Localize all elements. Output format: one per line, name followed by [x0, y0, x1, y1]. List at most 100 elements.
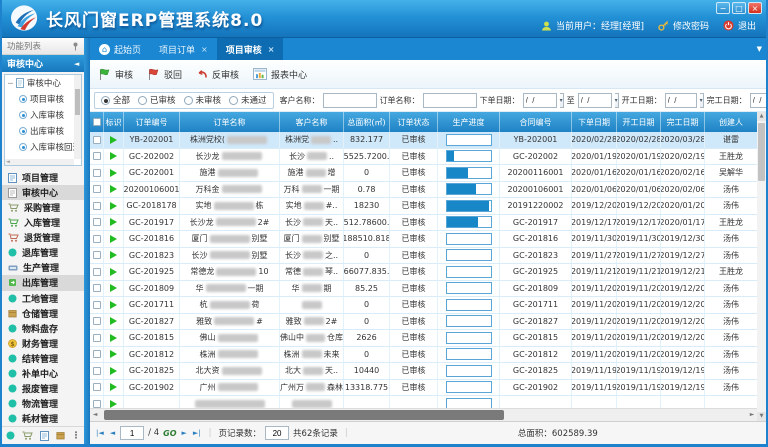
row-checkbox[interactable] [93, 136, 101, 144]
dot-icon[interactable] [6, 431, 15, 440]
minimize-button[interactable]: − [716, 2, 730, 14]
prev-page-button[interactable]: ◄ [109, 429, 116, 437]
sidebar-section-header[interactable]: 审核中心 ◄ [2, 55, 84, 72]
table-row[interactable]: GC-201809华一期华期85.25已审核GC-2018092019/11/2… [90, 281, 757, 298]
column-header[interactable]: 总面积(㎡) [344, 112, 390, 132]
order-name-input[interactable] [423, 93, 477, 108]
column-header[interactable]: 订单名称 [180, 112, 280, 132]
next-page-button[interactable]: ► [181, 429, 188, 437]
more-icon[interactable]: ⋮ [72, 431, 81, 441]
sidebar-item-报废管理[interactable]: 报废管理 [2, 381, 84, 396]
maximize-button[interactable]: □ [732, 2, 746, 14]
row-checkbox[interactable] [93, 334, 101, 342]
first-page-button[interactable]: |◄ [95, 429, 105, 437]
row-checkbox[interactable] [93, 383, 101, 391]
sidebar-item-工地管理[interactable]: 工地管理 [2, 291, 84, 306]
sidebar-item-生产管理[interactable]: 生产管理 [2, 260, 84, 275]
tab-list-dropdown-icon[interactable]: ▼ [757, 45, 762, 53]
table-row[interactable]: YB-202001株洲党校(株洲党..832.177已审核YB-20200120… [90, 132, 757, 149]
horizontal-scrollbar[interactable]: ◄ ► [90, 408, 757, 421]
column-header[interactable]: 开工日期 [617, 112, 661, 132]
close-button[interactable]: × [748, 2, 762, 14]
驳回-button[interactable]: 驳回 [147, 68, 182, 81]
table-row[interactable] [90, 396, 757, 408]
last-page-button[interactable]: ►| [192, 429, 202, 437]
sidebar-item-退库管理[interactable]: 退库管理 [2, 245, 84, 260]
sidebar-item-仓储管理[interactable]: 仓储管理 [2, 306, 84, 321]
row-checkbox[interactable] [93, 202, 101, 210]
sidebar-item-物料盘存[interactable]: 物料盘存 [2, 321, 84, 336]
反审核-button[interactable]: 反审核 [196, 68, 239, 81]
row-checkbox[interactable] [93, 268, 101, 276]
box-gold-icon[interactable] [56, 431, 65, 440]
tab-起始页[interactable]: ⌂起始页 [90, 38, 150, 60]
radio-已审核[interactable]: 已审核 [138, 94, 176, 106]
sidebar-item-退货管理[interactable]: 退货管理 [2, 230, 84, 245]
sidebar-item-项目管理[interactable]: 项目管理 [2, 170, 84, 185]
sidebar-item-财务管理[interactable]: $财务管理 [2, 336, 84, 351]
sidebar-item-物流管理[interactable]: 物流管理 [2, 396, 84, 411]
table-row[interactable]: GC-201816厦门别墅厦门别墅188510.818已审核GC-2018162… [90, 231, 757, 248]
doc-blue-icon[interactable] [40, 431, 49, 441]
row-checkbox[interactable] [93, 169, 101, 177]
finish-date-input[interactable] [750, 93, 766, 108]
tab-close-icon[interactable]: × [268, 45, 275, 54]
scroll-right-icon[interactable]: ► [747, 409, 757, 421]
sidebar-item-耗材管理[interactable]: 耗材管理 [2, 411, 84, 426]
row-checkbox[interactable] [93, 367, 101, 375]
column-header[interactable] [90, 112, 104, 132]
row-checkbox[interactable] [93, 350, 101, 358]
column-header[interactable]: 标识 [104, 112, 124, 132]
sidebar-item-审核中心[interactable]: 审核中心 [2, 185, 84, 200]
scroll-left-icon[interactable]: ◄ [90, 409, 100, 421]
cart-icon[interactable] [22, 431, 33, 440]
row-checkbox[interactable] [93, 251, 101, 259]
table-row[interactable]: GC-201812株洲株洲未来0已审核GC-2018122019/11/2020… [90, 347, 757, 364]
column-header[interactable]: 完工日期 [661, 112, 705, 132]
select-all-checkbox[interactable] [93, 118, 101, 126]
table-row[interactable]: GC-201925常德龙10常德琴..266077.835...已审核GC-20… [90, 264, 757, 281]
column-header[interactable]: 客户名称 [280, 112, 344, 132]
tree-item[interactable]: 项目审核 [5, 91, 81, 107]
row-checkbox[interactable] [93, 152, 101, 160]
pin-icon[interactable] [72, 42, 79, 51]
row-checkbox[interactable] [93, 284, 101, 292]
scroll-up-icon[interactable]: ▲ [757, 112, 766, 121]
tree-hscrollbar[interactable]: ◄ [5, 159, 74, 165]
customer-name-input[interactable] [323, 93, 377, 108]
hscroll-thumb[interactable] [104, 410, 504, 420]
column-header[interactable]: 订单编号 [124, 112, 180, 132]
tab-项目审核[interactable]: 项目审核× [217, 38, 284, 60]
table-row[interactable]: GC-202002长沙龙长沙..65525.7200...已审核GC-20200… [90, 149, 757, 166]
table-row[interactable]: GC-201815佛山佛山中仓库2626已审核GC-2018152019/11/… [90, 330, 757, 347]
table-row[interactable]: GC-201902广州广州万森林13318.775已审核GC-201902201… [90, 380, 757, 397]
table-row[interactable]: GC-201917长沙龙2#长沙天..8512.78600...已审核GC-20… [90, 215, 757, 232]
table-row[interactable]: GC-201711杭荷0已审核GC-2017112019/11/202019/1… [90, 297, 757, 314]
tree-scrollbar[interactable] [74, 75, 81, 159]
order-date-from-input[interactable] [523, 93, 557, 108]
table-row[interactable]: GC-202001施港施港增0已审核202001160012020/01/162… [90, 165, 757, 182]
scroll-down-icon[interactable]: ▼ [757, 412, 766, 421]
radio-未审核[interactable]: 未审核 [184, 94, 222, 106]
start-date-input[interactable] [665, 93, 697, 108]
sidebar-item-出库管理[interactable]: 出库管理 [2, 275, 84, 290]
tree-item[interactable]: 出库审核 [5, 123, 81, 139]
sidebar-item-入库管理[interactable]: 入库管理 [2, 215, 84, 230]
tab-项目订单[interactable]: 项目订单× [150, 38, 217, 60]
date-dropdown-icon[interactable]: ▾ [700, 93, 704, 108]
column-header[interactable]: 订单状态 [390, 112, 438, 132]
vertical-scrollbar[interactable]: ▲ ▼ [757, 112, 766, 421]
table-row[interactable]: GC-2018178实地栋实地#..18230已审核20191220002201… [90, 198, 757, 215]
column-header[interactable]: 下单日期 [572, 112, 617, 132]
tree-root[interactable]: ─ 审核中心 [5, 75, 81, 91]
row-checkbox[interactable] [93, 317, 101, 325]
collapse-icon[interactable]: ◄ [74, 60, 79, 68]
table-row[interactable]: GC-201823长沙别墅长沙之..0已审核GC-2018232019/11/2… [90, 248, 757, 265]
vscroll-thumb[interactable] [758, 123, 765, 181]
tab-close-icon[interactable]: × [201, 45, 208, 54]
row-checkbox[interactable] [93, 185, 101, 193]
date-dropdown-icon[interactable]: ▾ [615, 93, 619, 108]
tree-item[interactable]: 入库审核回退 [5, 139, 81, 155]
table-row[interactable]: GC-201825北大资北大天..10440已审核GC-2018252019/1… [90, 363, 757, 380]
row-checkbox[interactable] [93, 218, 101, 226]
